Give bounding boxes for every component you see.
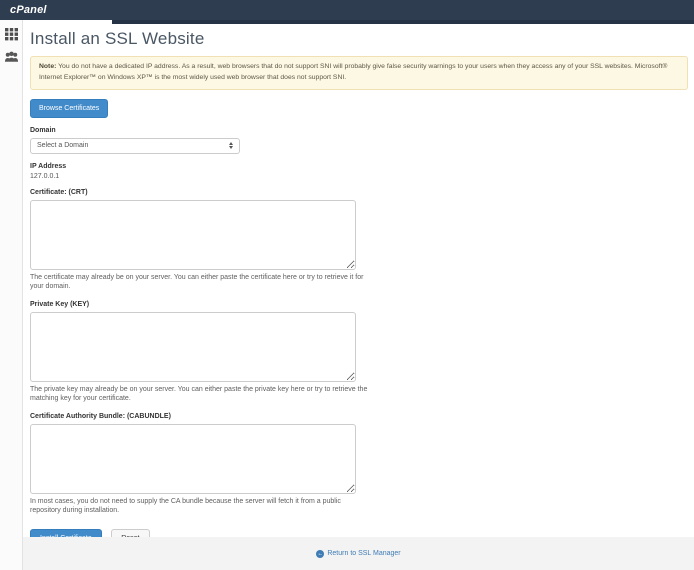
updown-stepper-icon bbox=[229, 142, 234, 151]
ip-address-label: IP Address bbox=[30, 163, 688, 170]
private-key-label: Private Key (KEY) bbox=[30, 301, 688, 308]
apps-grid-icon[interactable] bbox=[4, 27, 19, 41]
domain-select-value: Select a Domain bbox=[37, 142, 88, 149]
certificate-help-text: The certificate may already be on your s… bbox=[30, 273, 372, 292]
return-to-ssl-manager-link[interactable]: ← Return to SSL Manager bbox=[316, 550, 400, 558]
user-group-icon[interactable] bbox=[4, 50, 19, 64]
notice-label: Note: bbox=[39, 63, 56, 70]
ca-bundle-textarea[interactable] bbox=[30, 424, 356, 494]
private-key-help-text: The private key may already be on your s… bbox=[30, 385, 372, 404]
footer: ← Return to SSL Manager bbox=[23, 537, 694, 570]
page-title: Install an SSL Website bbox=[30, 29, 688, 49]
ip-address-value: 127.0.0.1 bbox=[30, 173, 688, 180]
certificate-label: Certificate: (CRT) bbox=[30, 189, 688, 196]
masthead-shadow-strip bbox=[112, 20, 694, 24]
masthead: cPanel bbox=[0, 0, 694, 20]
sni-warning-notice: Note: You do not have a dedicated IP add… bbox=[30, 56, 688, 90]
private-key-textarea[interactable] bbox=[30, 312, 356, 382]
circle-arrow-left-icon: ← bbox=[316, 550, 324, 558]
main-content: Install an SSL Website Note: You do not … bbox=[23, 24, 694, 570]
return-link-label: Return to SSL Manager bbox=[327, 550, 400, 557]
certificate-textarea[interactable] bbox=[30, 200, 356, 270]
domain-label: Domain bbox=[30, 127, 688, 134]
browse-certificates-button[interactable]: Browse Certificates bbox=[30, 99, 108, 118]
sidebar bbox=[0, 20, 23, 570]
notice-text: You do not have a dedicated IP address. … bbox=[39, 63, 667, 81]
domain-select[interactable]: Select a Domain bbox=[30, 138, 240, 154]
ca-bundle-help-text: In most cases, you do not need to supply… bbox=[30, 497, 372, 516]
ca-bundle-label: Certificate Authority Bundle: (CABUNDLE) bbox=[30, 413, 688, 420]
cpanel-logo[interactable]: cPanel bbox=[0, 4, 47, 16]
